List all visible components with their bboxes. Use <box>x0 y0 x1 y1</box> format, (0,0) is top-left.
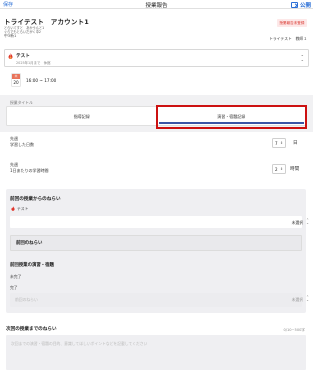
course-period: 2025年1月まで 休館 <box>16 61 51 65</box>
flame-icon <box>11 206 15 211</box>
previous-practice-select-value: 未選択 <box>291 297 303 302</box>
next-aim-title: 次回の授業までのねらい <box>6 327 57 332</box>
previous-practice-title: 前回授業の演習・宿題 <box>10 263 54 268</box>
previous-aim-select[interactable] <box>10 216 302 228</box>
previous-course-name: テスト <box>17 206 29 211</box>
previous-aim-label: 前回のねらい <box>16 241 43 246</box>
previous-aim-title: 前回の授業からのねらい <box>10 197 61 202</box>
hours-value: 2 <box>275 166 278 172</box>
days-stepper[interactable]: 7 ⇕ <box>272 138 286 148</box>
complete-label: 完了 <box>10 285 18 290</box>
hours-unit: 時間 <box>290 167 300 172</box>
record-type-tabs: 指導記録 演習・宿題記録 <box>6 106 307 126</box>
previous-aim-placeholder: 前回のねらい <box>15 297 38 302</box>
lesson-date-badge: 木 20 <box>11 73 21 87</box>
course-selector[interactable]: テスト 2025年1月まで 休館 ⌃ ⌄ <box>4 49 309 67</box>
status-badge: 授業報告未登録 <box>276 19 307 27</box>
hours-stepper[interactable]: 2 ⇕ <box>272 164 286 174</box>
chevron-updown-icon: ⌃ ⌄ <box>300 54 304 62</box>
chevron-updown-icon: ⇕ <box>280 141 283 145</box>
chevron-updown-icon: ⌃ ⌄ <box>306 295 309 302</box>
days-value: 7 <box>275 140 278 146</box>
lesson-day: 20 <box>13 80 19 85</box>
tab-guidance-record[interactable]: 指導記録 <box>7 107 157 125</box>
flame-icon <box>8 53 13 59</box>
top-bar: 保存 授業報告 公開 <box>0 0 313 9</box>
share-icon <box>290 2 298 8</box>
lesson-time: 16:00 ~ 17:00 <box>26 78 57 83</box>
next-aim-placeholder: 次回までの演習・宿題の目的、意識してほしいポイントなどを記載してください <box>11 341 148 346</box>
previous-aim-select-value: 未選択 <box>291 220 303 225</box>
publish-button[interactable]: 公開 <box>290 1 311 9</box>
previous-aim-input[interactable] <box>10 293 302 307</box>
chevron-updown-icon: ⇕ <box>280 167 283 171</box>
char-counter: 0/10~500字 <box>283 328 305 332</box>
days-unit: 日 <box>293 141 298 146</box>
publish-label: 公開 <box>299 3 311 9</box>
previous-aim-box <box>10 235 302 251</box>
student-grade: 中3新1 <box>4 33 17 38</box>
tab-practice-record[interactable]: 演習・宿題記録 <box>157 107 307 125</box>
teacher-name: トライテスト 教師１ <box>269 36 307 41</box>
incomplete-label: 未完了 <box>10 274 22 279</box>
chevron-updown-icon: ⌃ ⌄ <box>306 218 309 225</box>
hours-label-line2: 1日あたりの学習時間 <box>10 168 49 173</box>
page-title: 授業報告 <box>145 3 168 9</box>
days-label-line2: 学習した日数 <box>10 142 34 147</box>
course-name: テスト <box>16 54 30 59</box>
